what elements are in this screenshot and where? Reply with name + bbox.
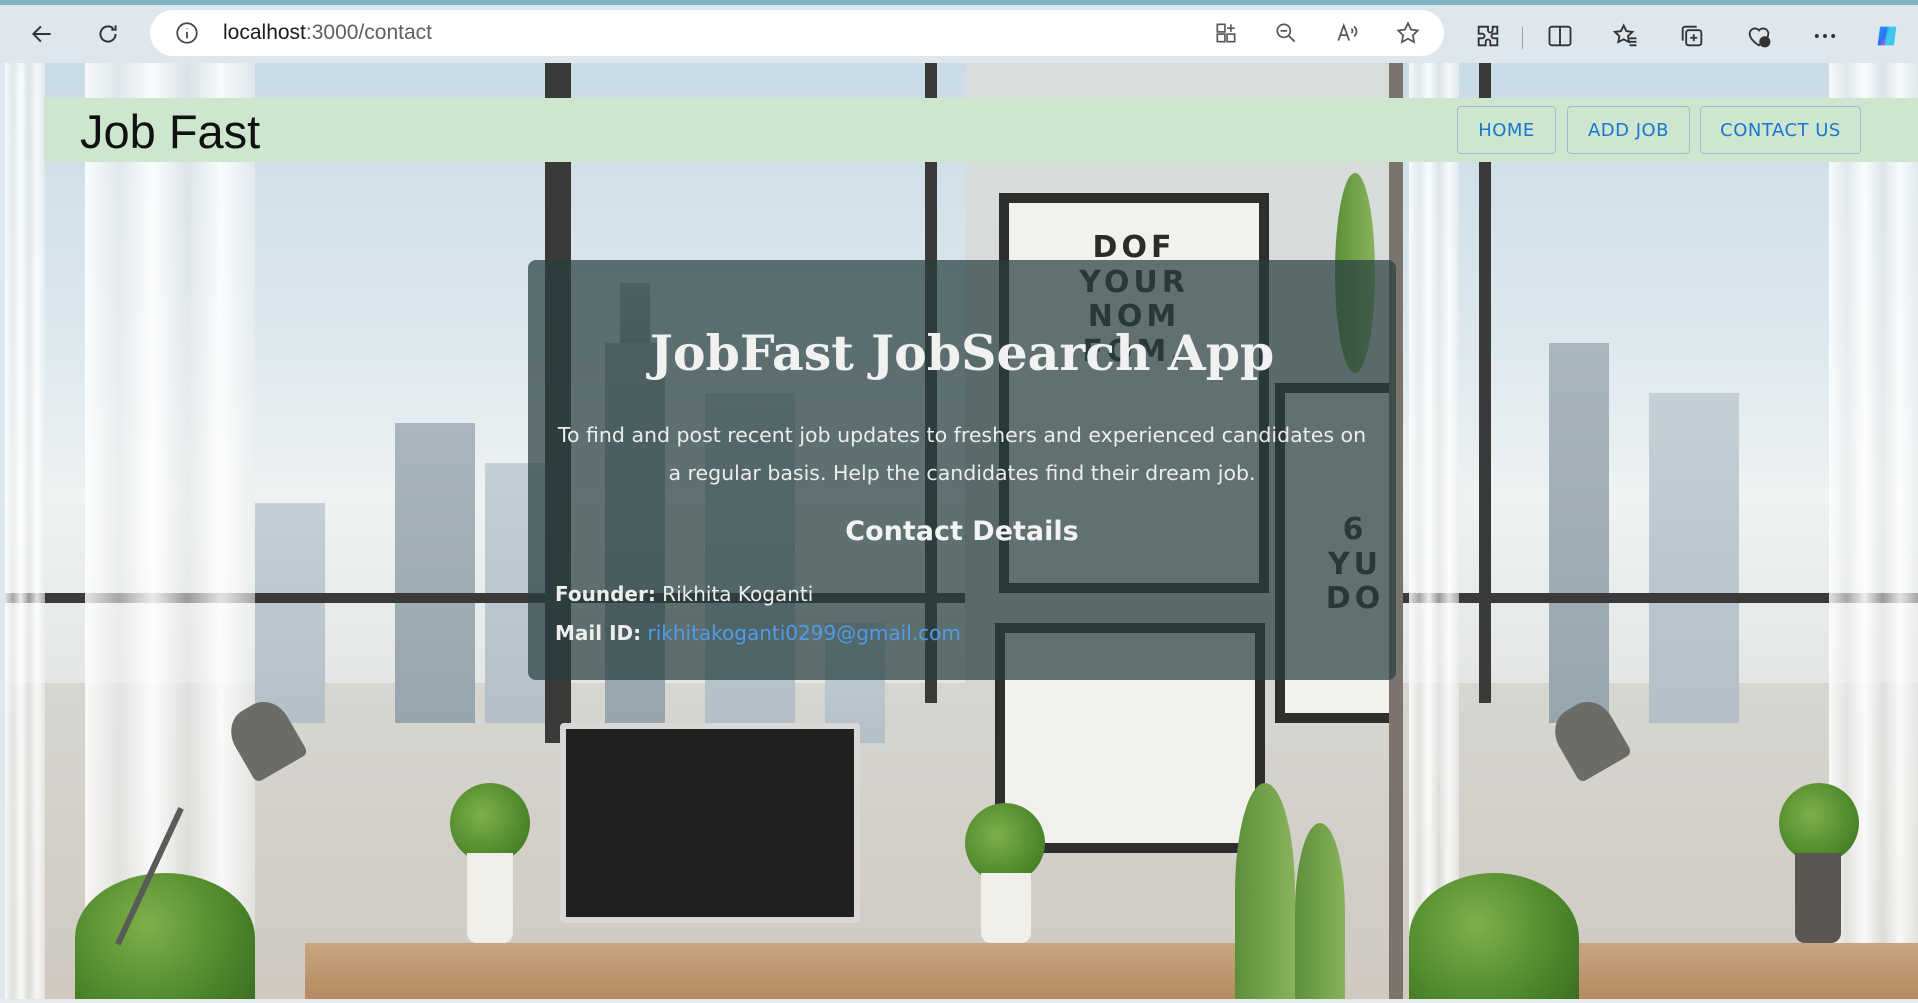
founder-label: Founder: [555,582,656,606]
address-bar[interactable]: localhost:3000/contact [150,10,1444,56]
mail-label: Mail ID: [555,621,642,645]
zoom-out-icon[interactable] [1272,19,1300,47]
site-info-icon[interactable] [174,20,200,46]
url-path: :3000/contact [305,21,432,44]
browser-essentials-icon[interactable] [1742,19,1776,53]
page-title: JobFast JobSearch App [649,324,1275,382]
favorite-star-icon[interactable] [1394,19,1422,47]
extensions-icon[interactable] [1471,19,1505,53]
refresh-icon[interactable] [88,14,128,54]
read-aloud-icon[interactable] [1333,19,1361,47]
nav-contact-us-button[interactable]: CONTACT US [1700,106,1861,154]
nav-add-job-button[interactable]: ADD JOB [1567,106,1690,154]
nav-home-button[interactable]: HOME [1457,106,1556,154]
collections-icon[interactable] [1675,19,1709,53]
background-image-repeat [1389,63,1918,1001]
app-navbar: Job Fast HOME ADD JOB CONTACT US [44,98,1918,162]
mail-line: Mail ID: rikhitakoganti0299@gmail.com [555,621,961,645]
contact-details-heading: Contact Details [845,516,1079,547]
founder-value: Rikhita Koganti [662,582,814,606]
founder-line: Founder: Rikhita Koganti [555,582,813,606]
split-screen-icon[interactable] [1543,19,1577,53]
contact-card: JobFast JobSearch App To find and post r… [528,260,1396,680]
back-icon[interactable] [22,14,62,54]
more-icon[interactable] [1808,19,1842,53]
page-viewport: DOFYOURNOMFOM. 6YUDO [5,63,1918,1001]
window-bottom-edge [0,999,1918,1003]
url-text[interactable]: localhost:3000/contact [223,21,432,45]
app-description: To find and post recent job updates to f… [557,423,1367,485]
mail-link[interactable]: rikhitakoganti0299@gmail.com [647,621,960,645]
url-host: localhost [223,21,306,44]
favorites-icon[interactable] [1609,19,1643,53]
copilot-icon[interactable] [1870,19,1904,53]
app-available-icon[interactable] [1212,19,1240,47]
brand-title[interactable]: Job Fast [80,104,260,159]
toolbar-divider [1522,27,1523,49]
browser-toolbar: localhost:3000/contact [0,5,1918,63]
